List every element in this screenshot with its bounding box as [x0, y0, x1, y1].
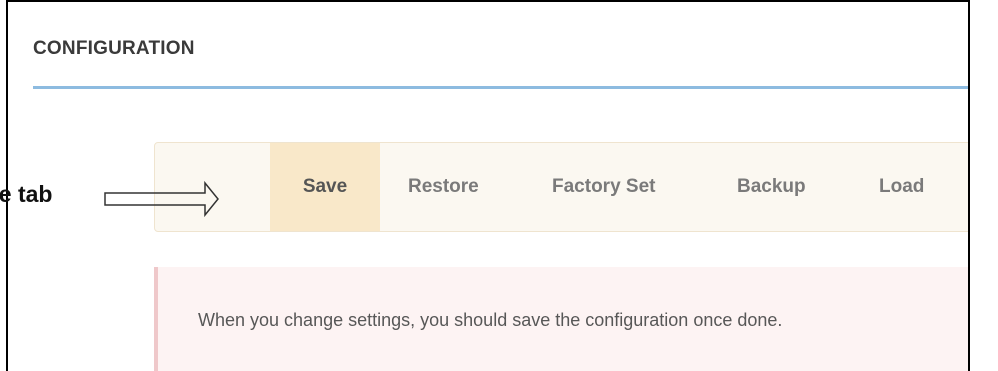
right-arrow-icon — [104, 180, 219, 218]
